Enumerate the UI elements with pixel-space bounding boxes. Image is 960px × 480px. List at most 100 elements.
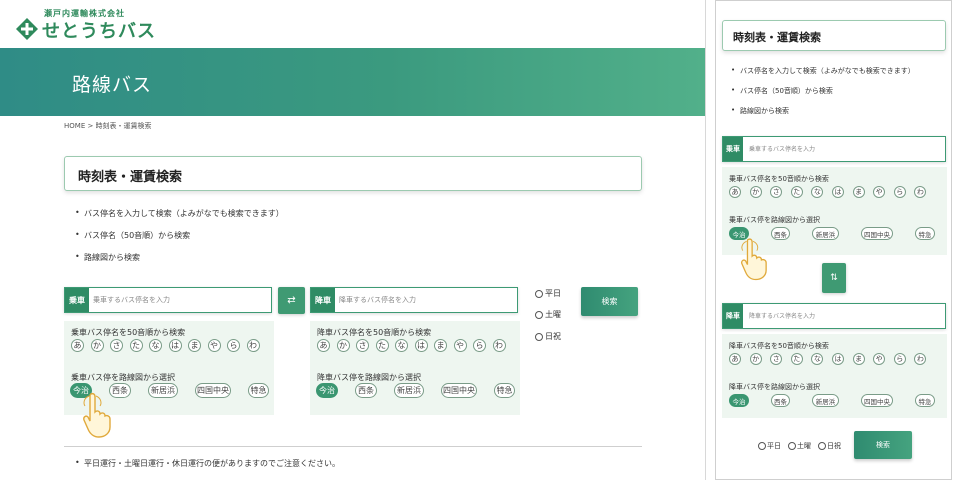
alighting-search-field[interactable]: 降車	[722, 303, 946, 329]
route-chip[interactable]: 四国中央	[195, 383, 231, 398]
kana-button[interactable]: た	[375, 339, 389, 352]
route-chip[interactable]: 新居浜	[812, 227, 839, 240]
kana-button[interactable]: あ	[729, 353, 741, 365]
notice-list: 平日運行・土曜日運行・休日運行の便がありますのでご注意ください。	[75, 458, 340, 469]
kana-button[interactable]: あ	[317, 339, 330, 352]
radio-weekday[interactable]: 平日	[758, 441, 781, 451]
kana-button[interactable]: あ	[729, 186, 741, 198]
route-chip[interactable]: 西条	[109, 383, 131, 398]
kana-button[interactable]: ま	[852, 353, 865, 365]
kana-button[interactable]: か	[90, 339, 104, 352]
boarding-search-field[interactable]: 乗車	[722, 136, 946, 162]
swap-button[interactable]: ⇄	[278, 287, 305, 314]
radio-saturday[interactable]: 土曜	[788, 441, 811, 451]
kana-button[interactable]: な	[149, 339, 162, 352]
kana-button[interactable]: ら	[227, 339, 240, 352]
kana-button[interactable]: わ	[914, 353, 927, 365]
boarding-input[interactable]	[93, 288, 271, 312]
alighting-input[interactable]	[749, 304, 945, 328]
brand-name: せとうちバス	[42, 21, 156, 42]
route-chip[interactable]: 新居浜	[812, 394, 839, 407]
kana-button[interactable]: た	[129, 339, 143, 352]
kana-button[interactable]: は	[831, 186, 844, 198]
kana-button[interactable]: さ	[356, 339, 369, 352]
radio-button[interactable]	[758, 442, 766, 450]
route-chip[interactable]: 今治	[729, 394, 749, 407]
kana-button[interactable]: た	[790, 186, 803, 198]
kana-button[interactable]: さ	[770, 186, 783, 198]
kana-button[interactable]: は	[414, 339, 428, 352]
radio-holiday[interactable]: 日祝	[535, 331, 561, 342]
radio-button[interactable]	[788, 442, 796, 450]
boarding-search-field[interactable]: 乗車	[64, 287, 272, 313]
route-chip[interactable]: 西条	[355, 383, 377, 398]
kana-button[interactable]: や	[453, 339, 467, 352]
kana-button[interactable]: さ	[770, 353, 783, 365]
radio-label: 日祝	[827, 442, 841, 450]
kana-button[interactable]: わ	[246, 339, 260, 352]
alighting-search-field[interactable]: 降車	[310, 287, 518, 313]
boarding-kana-row: あかさたなはまやらわ	[729, 186, 927, 198]
kana-button[interactable]: や	[873, 186, 886, 198]
kana-button[interactable]: ま	[188, 339, 201, 352]
radio-button[interactable]	[535, 310, 543, 319]
route-chip[interactable]: 四国中央	[861, 227, 893, 240]
kana-button[interactable]: わ	[914, 186, 927, 198]
kana-button[interactable]: さ	[110, 339, 123, 352]
kana-button[interactable]: な	[395, 339, 408, 352]
kana-button[interactable]: か	[749, 186, 762, 198]
radio-saturday[interactable]: 土曜	[535, 309, 561, 320]
route-chip[interactable]: 四国中央	[441, 383, 477, 398]
kana-button[interactable]: は	[831, 353, 844, 365]
kana-button[interactable]: な	[811, 353, 824, 365]
section-title: 時刻表・運賃検索	[78, 170, 183, 185]
kana-button[interactable]: や	[873, 353, 886, 365]
desktop-view: 瀬戸内運輸株式会社 せとうちバス 路線バス HOME > 時刻表・運賃検索 時刻…	[0, 0, 706, 480]
alighting-input[interactable]	[339, 288, 517, 312]
kana-button[interactable]: ら	[893, 186, 906, 198]
kana-button[interactable]: わ	[492, 339, 506, 352]
kana-button[interactable]: ま	[852, 186, 865, 198]
route-chip[interactable]: 西条	[771, 227, 790, 240]
alighting-label: 降車	[311, 288, 335, 312]
route-chip[interactable]: 新居浜	[394, 383, 424, 398]
alighting-route-heading: 降車バス停を路線図から選択	[729, 383, 820, 391]
route-chip[interactable]: 今治	[316, 383, 338, 398]
list-item: 路線図から検索	[75, 252, 284, 274]
kana-button[interactable]: は	[168, 339, 182, 352]
radio-weekday[interactable]: 平日	[535, 288, 561, 299]
route-chip[interactable]: 特急	[494, 383, 515, 398]
route-chip[interactable]: 特急	[248, 383, 269, 398]
kana-button[interactable]: ま	[434, 339, 447, 352]
kana-button[interactable]: あ	[71, 339, 84, 352]
route-chip[interactable]: 四国中央	[861, 394, 893, 407]
search-button[interactable]: 検索	[854, 431, 912, 459]
alighting-label: 降車	[723, 304, 743, 328]
radio-button[interactable]	[535, 332, 543, 341]
kana-button[interactable]: ら	[893, 353, 906, 365]
boarding-kana-heading: 乗車バス停名を50音順から検索	[729, 175, 829, 183]
route-chip[interactable]: 特急	[915, 227, 935, 240]
swap-button[interactable]: ⇅	[822, 263, 846, 293]
section-title-box: 時刻表・運賃検索	[64, 156, 642, 191]
breadcrumb[interactable]: HOME > 時刻表・運賃検索	[64, 121, 152, 131]
alighting-selector-panel: 降車バス停名を50音順から検索 あかさたなはまやらわ 降車バス停を路線図から選択…	[722, 334, 947, 418]
mobile-view: 時刻表・運賃検索 バス停名を入力して検索（よみがなでも検索できます） バス停名（…	[715, 0, 952, 480]
kana-button[interactable]: た	[790, 353, 803, 365]
section-title-box: 時刻表・運賃検索	[722, 20, 946, 51]
radio-holiday[interactable]: 日祝	[818, 441, 841, 451]
route-chip[interactable]: 特急	[915, 394, 935, 407]
radio-button[interactable]	[818, 442, 826, 450]
radio-button[interactable]	[535, 289, 543, 298]
search-button[interactable]: 検索	[581, 287, 638, 316]
route-chip[interactable]: 新居浜	[148, 383, 178, 398]
kana-button[interactable]: な	[811, 186, 824, 198]
kana-button[interactable]: か	[749, 353, 762, 365]
route-chip[interactable]: 西条	[771, 394, 790, 407]
list-item: バス停名を入力して検索（よみがなでも検索できます）	[75, 208, 284, 230]
kana-button[interactable]: や	[207, 339, 221, 352]
kana-button[interactable]: ら	[473, 339, 486, 352]
boarding-input[interactable]	[749, 137, 945, 161]
kana-button[interactable]: か	[336, 339, 350, 352]
alighting-kana-heading: 降車バス停名を50音順から検索	[729, 342, 829, 350]
